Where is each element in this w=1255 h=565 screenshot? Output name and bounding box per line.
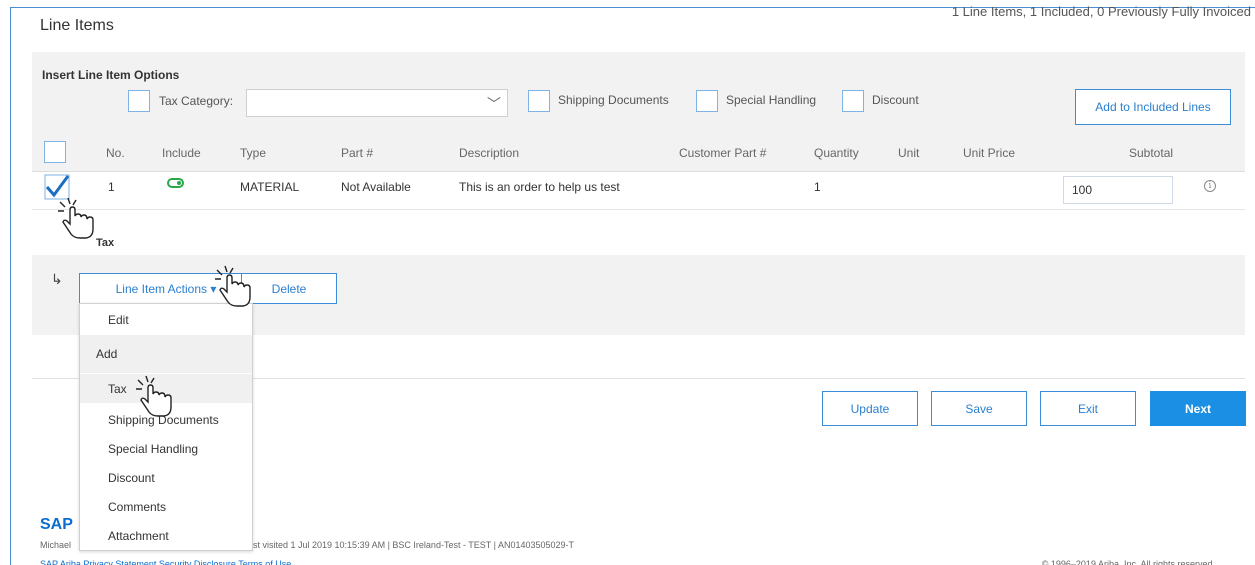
menu-item-special-handling[interactable]: Special Handling (80, 434, 252, 463)
page-title: Line Items (40, 17, 114, 34)
tax-category-select[interactable]: ﹀ (246, 89, 508, 117)
footer-last-visited: st visited 1 Jul 2019 10:15:39 AM | BSC … (253, 540, 575, 550)
column-header-customer-part: Customer Part # (679, 146, 767, 160)
menu-item-discount[interactable]: Discount (80, 463, 252, 492)
menu-header-add: Add (80, 335, 252, 373)
save-button[interactable]: Save (931, 391, 1027, 426)
include-toggle-icon[interactable] (167, 178, 184, 188)
update-button[interactable]: Update (822, 391, 918, 426)
line-item-actions-button[interactable]: Line Item Actions ▾ (79, 273, 253, 304)
tax-category-checkbox[interactable] (128, 90, 150, 112)
table-header (32, 134, 1245, 172)
column-header-unit: Unit (898, 146, 920, 160)
info-icon[interactable]: i (1204, 180, 1216, 192)
footer-user: Michael (40, 540, 72, 550)
footer-links[interactable]: SAP Ariba Privacy Statement Security Dis… (40, 559, 291, 565)
row-type: MATERIAL (240, 180, 300, 194)
row-description: This is an order to help us test (459, 180, 620, 194)
discount-label: Discount (872, 93, 919, 107)
next-button[interactable]: Next (1150, 391, 1246, 426)
return-arrow-icon: ↳ (51, 271, 63, 287)
delete-button[interactable]: Delete (241, 273, 337, 304)
row-part: Not Available (341, 180, 411, 194)
column-header-no: No. (106, 146, 125, 160)
row-select-checkbox[interactable] (44, 174, 70, 200)
column-header-unit-price: Unit Price (963, 146, 1016, 160)
shipping-documents-label: Shipping Documents (558, 93, 669, 107)
row-quantity: 1 (814, 180, 821, 194)
line-item-actions-menu: Edit Add Tax Shipping Documents Special … (79, 303, 253, 551)
menu-item-comments[interactable]: Comments (80, 492, 252, 521)
special-handling-label: Special Handling (726, 93, 817, 107)
column-header-part: Part # (341, 146, 374, 160)
shipping-documents-checkbox[interactable] (528, 90, 550, 112)
insert-options-title: Insert Line Item Options (42, 68, 180, 82)
menu-item-shipping-documents[interactable]: Shipping Documents (80, 405, 252, 434)
add-to-included-lines-button[interactable]: Add to Included Lines (1075, 89, 1231, 125)
exit-button[interactable]: Exit (1040, 391, 1136, 426)
discount-checkbox[interactable] (842, 90, 864, 112)
line-items-summary: 1 Line Items, 1 Included, 0 Previously F… (951, 4, 1251, 19)
column-header-subtotal: Subtotal (1129, 146, 1174, 160)
column-header-quantity: Quantity (814, 146, 859, 160)
column-header-type: Type (240, 146, 267, 160)
special-handling-checkbox[interactable] (696, 90, 718, 112)
chevron-down-icon: ﹀ (487, 96, 501, 112)
menu-item-tax[interactable]: Tax (80, 374, 252, 403)
row-no: 1 (108, 180, 115, 194)
menu-item-attachment[interactable]: Attachment (80, 521, 252, 550)
row-sub-label: Tax (96, 237, 115, 249)
tax-category-label: Tax Category: (159, 94, 234, 108)
footer-meta: Michael st visited 1 Jul 2019 10:15:39 A… (40, 540, 574, 550)
sap-logo: SAP (40, 516, 73, 533)
subtotal-input[interactable]: 100 (1063, 176, 1173, 204)
select-all-checkbox[interactable] (44, 141, 66, 163)
menu-item-edit[interactable]: Edit (80, 305, 252, 334)
footer-copyright: © 1996–2019 Ariba, Inc. All rights reser… (1041, 559, 1215, 565)
column-header-description: Description (459, 146, 520, 160)
column-header-include: Include (162, 146, 201, 160)
